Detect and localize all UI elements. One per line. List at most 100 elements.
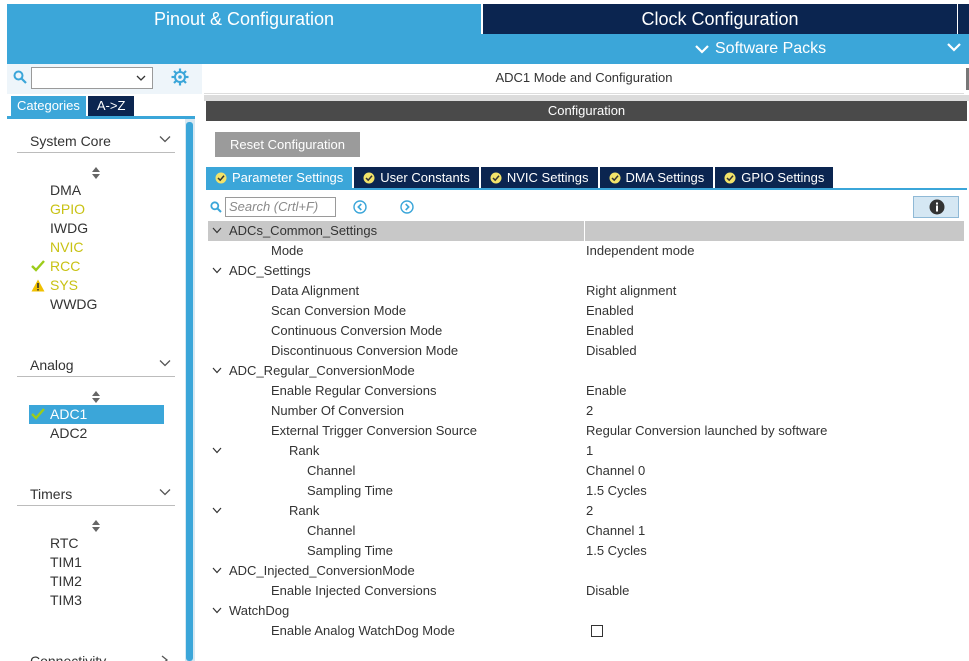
configuration-header: Configuration [206, 101, 967, 121]
param-group-row[interactable]: ADC_Injected_ConversionMode [208, 561, 964, 581]
param-value[interactable]: 1 [586, 441, 593, 461]
param-group-row[interactable]: WatchDog [208, 601, 964, 621]
parameter-search-input[interactable]: Search (Crtl+F) [225, 197, 336, 217]
peripheral-iwdg[interactable]: IWDG [29, 219, 164, 238]
column-divider [584, 221, 585, 241]
peripheral-tim3[interactable]: TIM3 [29, 591, 164, 610]
param-row[interactable]: Channel Channel 1 [208, 521, 964, 541]
param-name: Channel [307, 523, 356, 538]
param-row[interactable]: Channel Channel 0 [208, 461, 964, 481]
tab-overflow[interactable] [958, 4, 969, 34]
watchdog-checkbox[interactable] [591, 625, 603, 637]
peripheral-rtc[interactable]: RTC [29, 534, 164, 553]
param-row[interactable]: Number Of Conversion 2 [208, 401, 964, 421]
tree-scrollbar-thumb[interactable] [186, 122, 193, 661]
chevron-down-icon[interactable] [159, 135, 171, 143]
peripheral-dma[interactable]: DMA [29, 181, 164, 200]
param-value[interactable]: Independent mode [586, 241, 694, 261]
sort-icon[interactable] [91, 167, 101, 179]
sort-icon[interactable] [91, 391, 101, 403]
chevron-down-icon[interactable] [159, 359, 171, 367]
peripheral-search-combo[interactable] [31, 67, 153, 89]
param-row[interactable]: Sampling Time 1.5 Cycles [208, 541, 964, 561]
chevron-down-icon[interactable] [136, 74, 146, 82]
sort-icon[interactable] [91, 520, 101, 532]
param-name: Scan Conversion Mode [271, 303, 407, 318]
chevron-down-icon[interactable] [212, 267, 222, 274]
peripheral-adc1[interactable]: ADC1 [29, 405, 164, 424]
tab-pinout-configuration[interactable]: Pinout & Configuration [7, 4, 481, 34]
chevron-right-icon[interactable] [159, 655, 171, 661]
tab-clock-configuration[interactable]: Clock Configuration [483, 4, 957, 34]
peripheral-wwdg[interactable]: WWDG [29, 295, 164, 314]
reset-configuration-button[interactable]: Reset Configuration [215, 132, 360, 157]
chevron-down-icon[interactable] [212, 227, 222, 234]
tab-user-constants[interactable]: User Constants [354, 167, 479, 188]
param-row[interactable]: Sampling Time 1.5 Cycles [208, 481, 964, 501]
param-row[interactable]: Enable Regular Conversions Enable [208, 381, 964, 401]
param-value[interactable]: Disabled [586, 341, 637, 361]
peripheral-nvic[interactable]: NVIC [29, 238, 164, 257]
param-value[interactable]: 1.5 Cycles [586, 481, 647, 501]
next-match-icon[interactable] [400, 200, 414, 214]
param-value[interactable]: 2 [586, 401, 593, 421]
section-system-core[interactable]: System Core [17, 129, 175, 153]
tab-dma-settings[interactable]: DMA Settings [599, 167, 714, 188]
software-packs-menu[interactable]: Software Packs [695, 39, 826, 59]
param-row[interactable]: Enable Injected Conversions Disable [208, 581, 964, 601]
chevron-down-icon[interactable] [159, 488, 171, 496]
param-subgroup-row[interactable]: Rank 1 [208, 441, 964, 461]
chevron-down-icon[interactable] [212, 607, 222, 614]
param-row[interactable]: Scan Conversion Mode Enabled [208, 301, 964, 321]
param-value[interactable]: 2 [586, 501, 593, 521]
peripheral-adc2[interactable]: ADC2 [29, 424, 164, 443]
peripheral-sys[interactable]: SYS [29, 276, 164, 295]
chevron-down-icon[interactable] [947, 42, 961, 52]
tab-a-to-z[interactable]: A->Z [87, 96, 135, 116]
param-value[interactable]: Right alignment [586, 281, 676, 301]
previous-match-icon[interactable] [353, 200, 367, 214]
chevron-down-icon[interactable] [212, 567, 222, 574]
section-timers[interactable]: Timers [17, 482, 175, 506]
param-value[interactable]: Channel 1 [586, 521, 645, 541]
param-value[interactable]: Enable [586, 381, 626, 401]
chevron-down-icon[interactable] [212, 447, 222, 454]
tab-nvic-settings[interactable]: NVIC Settings [480, 167, 598, 188]
param-row[interactable]: Discontinuous Conversion Mode Disabled [208, 341, 964, 361]
chevron-down-icon[interactable] [212, 367, 222, 374]
param-row[interactable]: Mode Independent mode [208, 241, 964, 261]
tab-parameter-settings[interactable]: Parameter Settings [206, 167, 353, 188]
section-connectivity[interactable]: Connectivity [17, 649, 175, 661]
tab-gpio-settings[interactable]: GPIO Settings [715, 167, 834, 188]
param-row[interactable]: External Trigger Conversion Source Regul… [208, 421, 964, 441]
param-value[interactable]: Disable [586, 581, 629, 601]
configuration-tabs: Parameter Settings User Constants NVIC S… [206, 167, 835, 188]
param-group-row[interactable]: ADCs_Common_Settings [208, 221, 964, 241]
chevron-down-icon[interactable] [212, 507, 222, 514]
peripheral-tim1[interactable]: TIM1 [29, 553, 164, 572]
param-value[interactable]: Enabled [586, 321, 634, 341]
tabs-underline [206, 188, 967, 190]
gear-icon[interactable] [171, 68, 189, 86]
peripheral-gpio[interactable]: GPIO [29, 200, 164, 219]
section-analog[interactable]: Analog [17, 353, 175, 377]
parameter-tree: ADCs_Common_Settings Mode Independent mo… [208, 221, 964, 661]
param-row[interactable]: Enable Analog WatchDog Mode [208, 621, 964, 641]
param-value[interactable]: Regular Conversion launched by software [586, 421, 827, 441]
info-button[interactable] [913, 196, 959, 218]
peripheral-label: ADC2 [50, 425, 88, 441]
param-group-row[interactable]: ADC_Regular_ConversionMode [208, 361, 964, 381]
check-circle-icon [490, 172, 502, 183]
param-row[interactable]: Continuous Conversion Mode Enabled [208, 321, 964, 341]
peripheral-rcc[interactable]: RCC [29, 257, 164, 276]
param-group-name: WatchDog [229, 603, 290, 618]
param-value[interactable]: Enabled [586, 301, 634, 321]
param-value[interactable]: Channel 0 [586, 461, 645, 481]
tab-categories[interactable]: Categories [11, 96, 86, 116]
category-view-tabs: Categories A->Z [11, 96, 135, 116]
param-group-row[interactable]: ADC_Settings [208, 261, 964, 281]
peripheral-tim2[interactable]: TIM2 [29, 572, 164, 591]
param-subgroup-row[interactable]: Rank 2 [208, 501, 964, 521]
param-row[interactable]: Data Alignment Right alignment [208, 281, 964, 301]
param-value[interactable]: 1.5 Cycles [586, 541, 647, 561]
